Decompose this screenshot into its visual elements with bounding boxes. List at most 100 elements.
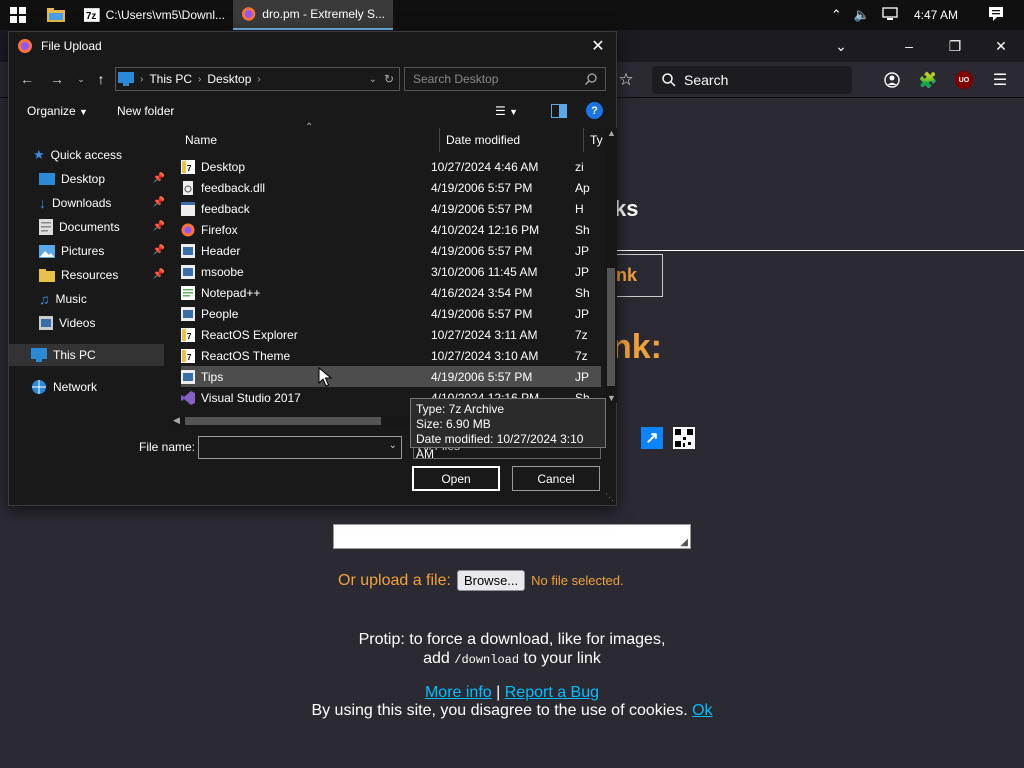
network-icon[interactable] xyxy=(882,6,898,24)
file-type: JP xyxy=(575,306,590,321)
resize-grip-icon[interactable]: ⋱ xyxy=(605,492,614,503)
extensions-button[interactable]: 🧩 xyxy=(916,68,940,92)
back-button[interactable]: ← xyxy=(17,69,37,89)
taskbar-task-7zip[interactable]: 7z C:\Users\vm5\Downl... xyxy=(76,0,233,30)
nav-item-music[interactable]: ♫ Music xyxy=(39,288,87,310)
breadcrumb-this-pc[interactable]: This PC xyxy=(149,72,192,86)
taskbar-task-firefox[interactable]: dro.pm - Extremely S... xyxy=(233,0,393,30)
column-header-date[interactable]: Date modified xyxy=(446,128,586,152)
search-desktop-input[interactable]: Search Desktop xyxy=(404,67,606,91)
file-row[interactable]: feedback 4/19/2006 5:57 PM H xyxy=(181,198,601,219)
address-dropdown-icon[interactable]: ⌄ xyxy=(369,74,377,85)
file-type: JP xyxy=(575,243,590,258)
file-name-input[interactable]: ⌄ xyxy=(198,436,402,459)
section-heading-fragment: nk: xyxy=(611,328,662,366)
file-row[interactable]: People 4/19/2006 5:57 PM JP xyxy=(181,303,601,324)
file-row[interactable]: Header 4/19/2006 5:57 PM JP xyxy=(181,240,601,261)
account-button[interactable] xyxy=(880,68,904,92)
column-divider[interactable] xyxy=(583,128,584,152)
file-name-cell: Header xyxy=(181,243,431,258)
file-date: 4/10/2024 12:16 PM xyxy=(431,222,540,237)
minimize-button[interactable]: – xyxy=(886,30,932,62)
browse-button[interactable]: Browse... xyxy=(456,570,526,591)
help-button[interactable]: ? xyxy=(586,102,603,119)
chevron-up-icon[interactable]: ⌃ xyxy=(831,7,842,23)
nav-item-network[interactable]: Network xyxy=(31,376,97,398)
breadcrumb-desktop[interactable]: Desktop xyxy=(207,72,251,86)
column-divider[interactable] xyxy=(439,128,440,152)
ublock-origin-button[interactable]: UO xyxy=(952,68,976,92)
dialog-close-button[interactable]: ✕ xyxy=(586,34,610,58)
app-menu-button[interactable]: ☰ xyxy=(988,68,1012,92)
nav-item-resources[interactable]: Resources 📌 xyxy=(39,264,167,286)
forward-button[interactable]: → xyxy=(47,69,67,89)
close-icon: ✕ xyxy=(591,38,605,55)
file-row[interactable]: 7 ReactOS Theme 10/27/2024 3:10 AM 7z xyxy=(181,345,601,366)
file-date: 4/16/2024 3:54 PM xyxy=(431,285,533,300)
arrow-up-icon: ↑ xyxy=(97,71,105,87)
nav-quick-access[interactable]: ★ Quick access xyxy=(33,144,122,166)
file-row[interactable]: feedback.dll 4/19/2006 5:57 PM Ap xyxy=(181,177,601,198)
file-row[interactable]: Notepad++ 4/16/2024 3:54 PM Sh xyxy=(181,282,601,303)
image-file-icon xyxy=(181,369,195,384)
nav-item-downloads[interactable]: ↓ Downloads 📌 xyxy=(39,192,167,214)
organize-button[interactable]: Organize ▼ xyxy=(27,104,88,118)
sort-ascending-icon: ⌃ xyxy=(305,122,314,133)
notifications-icon[interactable] xyxy=(988,6,1004,25)
clock[interactable]: 4:47 AM xyxy=(914,8,958,22)
paste-textarea[interactable]: ◢ xyxy=(333,524,691,549)
tooltip-type: Type: 7z Archive xyxy=(416,402,505,416)
file-name: Firefox xyxy=(201,222,238,237)
scroll-left-icon[interactable]: ◀ xyxy=(173,415,180,426)
preview-pane-button[interactable] xyxy=(551,104,567,121)
cancel-button[interactable]: Cancel xyxy=(512,466,600,491)
nav-item-desktop[interactable]: Desktop 📌 xyxy=(39,168,167,190)
nav-label: Network xyxy=(53,380,98,394)
vertical-scrollbar[interactable]: ▲ ▼ xyxy=(605,128,617,403)
file-row[interactable]: msoobe 3/10/2006 11:45 AM JP xyxy=(181,261,601,282)
nav-item-pictures[interactable]: Pictures 📌 xyxy=(39,240,167,262)
qr-code-icon[interactable] xyxy=(673,427,695,449)
file-row[interactable]: 7 Desktop 10/27/2024 4:46 AM zi xyxy=(181,156,601,177)
refresh-icon[interactable]: ↻ xyxy=(384,72,394,86)
star-icon: ★ xyxy=(33,147,45,162)
link-tab[interactable]: nk xyxy=(616,254,663,297)
external-link-icon[interactable]: ↗ xyxy=(641,427,663,449)
scrollbar-thumb[interactable] xyxy=(185,417,381,425)
open-button[interactable]: Open xyxy=(412,466,500,491)
nav-item-this-pc[interactable]: This PC xyxy=(9,344,164,366)
firefox-search-bar[interactable]: Search xyxy=(652,66,852,94)
new-folder-button[interactable]: New folder xyxy=(117,104,174,118)
view-options-button[interactable]: ☰ ▼ xyxy=(495,104,518,118)
nav-item-videos[interactable]: Videos xyxy=(39,312,95,334)
file-row-hovered[interactable]: Tips 4/19/2006 5:57 PM JP xyxy=(181,366,601,387)
network-globe-icon xyxy=(32,380,46,394)
close-window-button[interactable]: ✕ xyxy=(978,30,1024,62)
desktop-icon xyxy=(39,173,55,185)
protip-line-1: Protip: to force a download, like for im… xyxy=(358,631,666,648)
volume-icon[interactable]: 🔈 xyxy=(854,7,870,23)
scroll-down-icon[interactable]: ▼ xyxy=(607,393,616,403)
cookie-ok-link[interactable]: Ok xyxy=(692,702,712,719)
restore-button[interactable]: ❐ xyxy=(932,30,978,62)
column-header-type[interactable]: Ty xyxy=(590,128,606,152)
up-button[interactable]: ↑ xyxy=(91,69,111,89)
breadcrumb-separator-icon: › xyxy=(140,73,144,85)
file-row[interactable]: 7 ReactOS Explorer 10/27/2024 3:11 AM 7z xyxy=(181,324,601,345)
bookmark-star-button[interactable]: ☆ xyxy=(614,68,638,92)
scroll-up-icon[interactable]: ▲ xyxy=(607,128,616,138)
recent-locations-button[interactable]: ⌄ xyxy=(71,69,91,89)
nav-item-documents[interactable]: Documents 📌 xyxy=(39,216,167,238)
address-bar[interactable]: › This PC › Desktop › ⌄ ↻ xyxy=(115,67,400,91)
file-name: feedback.dll xyxy=(201,180,266,195)
file-row[interactable]: Firefox 4/10/2024 12:16 PM Sh xyxy=(181,219,601,240)
chevron-down-icon[interactable]: ⌄ xyxy=(389,440,397,451)
list-all-tabs-button[interactable]: ⌄ xyxy=(818,30,864,62)
download-arrow-icon: ↓ xyxy=(39,195,46,211)
scrollbar-thumb[interactable] xyxy=(607,268,615,386)
more-info-link[interactable]: More info xyxy=(425,684,492,701)
file-explorer-taskbar-button[interactable] xyxy=(36,0,76,30)
pin-icon: 📌 xyxy=(152,173,165,184)
report-bug-link[interactable]: Report a Bug xyxy=(505,684,599,701)
start-button[interactable] xyxy=(0,0,36,30)
